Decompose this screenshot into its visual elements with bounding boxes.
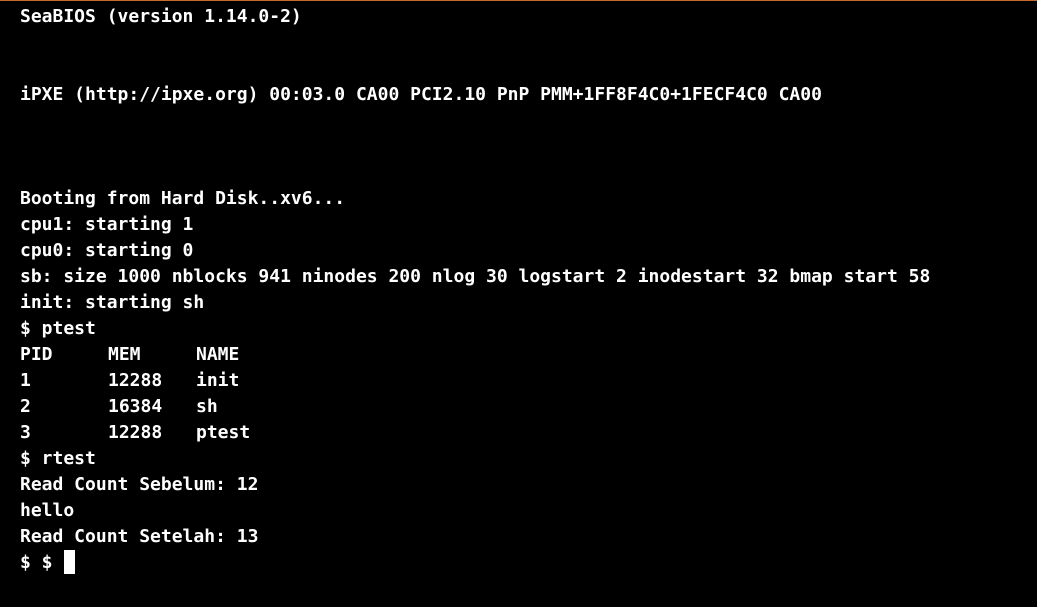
row-name: sh	[196, 396, 218, 417]
superblock-line: sb: size 1000 nblocks 941 ninodes 200 nl…	[20, 266, 931, 287]
row-name: ptest	[196, 422, 251, 443]
command-rtest: $ rtest	[20, 448, 96, 469]
boot-line: Booting from Hard Disk..xv6...	[20, 188, 346, 209]
header-pid: PID	[20, 344, 53, 365]
header-name: NAME	[196, 344, 240, 365]
row-name: init	[196, 370, 240, 391]
init-line: init: starting sh	[20, 292, 205, 313]
hello-output: hello	[20, 500, 75, 521]
row-mem: 12288	[108, 422, 163, 443]
row-pid: 1	[20, 370, 31, 391]
header-mem: MEM	[108, 344, 141, 365]
command-ptest: $ ptest	[20, 318, 96, 339]
row-pid: 2	[20, 396, 31, 417]
terminal-output[interactable]: SeaBIOS (version 1.14.0-2) iPXE (http://…	[0, 0, 1037, 607]
row-mem: 16384	[108, 396, 163, 417]
read-count-after: Read Count Setelah: 13	[20, 526, 259, 547]
bios-line: SeaBIOS (version 1.14.0-2)	[20, 6, 302, 27]
row-pid: 3	[20, 422, 31, 443]
read-count-before: Read Count Sebelum: 12	[20, 474, 259, 495]
block-cursor-icon	[64, 550, 75, 574]
cpu0-line: cpu0: starting 0	[20, 240, 194, 261]
row-mem: 12288	[108, 370, 163, 391]
cpu1-line: cpu1: starting 1	[20, 214, 194, 235]
ipxe-line: iPXE (http://ipxe.org) 00:03.0 CA00 PCI2…	[20, 84, 822, 105]
shell-prompt[interactable]: $ $	[20, 550, 63, 576]
